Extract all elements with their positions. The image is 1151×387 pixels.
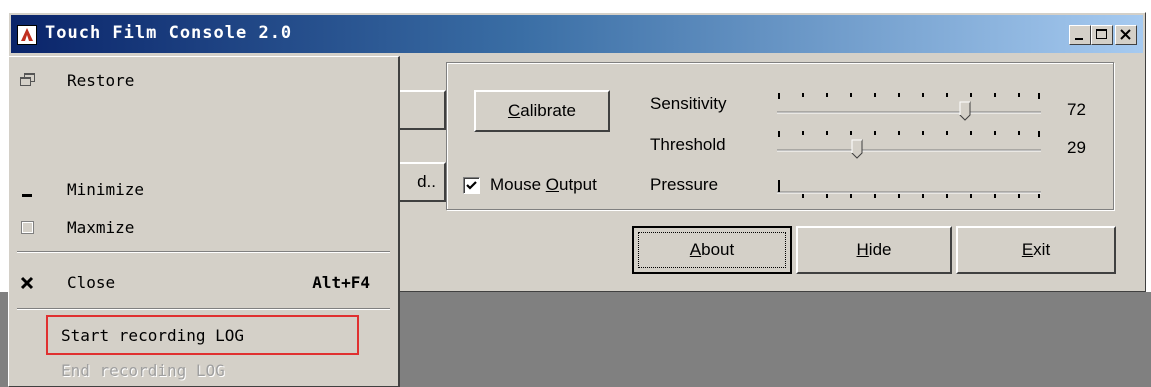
close-icon [1120,29,1131,40]
menu-item-label: Close [67,273,116,292]
menu-separator [17,308,390,310]
threshold-label: Threshold [650,135,726,154]
hide-label: Hide [856,240,892,259]
menu-separator [17,251,390,253]
minimize-button[interactable] [1069,25,1091,45]
calibrate-label: Calibrate [507,101,577,120]
title-bar[interactable]: Touch Film Console 2.0 [11,15,1143,53]
app-icon[interactable] [17,25,37,45]
maximize-button[interactable] [1091,25,1113,45]
restore-icon [17,71,39,91]
minimize-icon [17,180,39,200]
exit-label: Exit [1021,240,1051,259]
menu-item-close[interactable]: Close Alt+F4 [9,267,398,297]
menu-item-restore[interactable]: Restore [9,65,398,95]
menu-item-minimize[interactable]: Minimize [9,174,398,204]
exit-button[interactable]: Exit [956,226,1116,274]
about-label: About [689,240,735,259]
pressure-slider[interactable] [775,172,1043,208]
menu-item-shortcut: Alt+F4 [312,273,370,292]
sensitivity-value: 72 [1067,100,1086,119]
menu-item-end-recording-log: End recording LOG [9,357,398,387]
hide-button[interactable]: Hide [796,226,952,274]
calibrate-button[interactable]: Calibrate [474,90,610,132]
menu-item-label: Maxmize [67,218,135,237]
menu-item-label: Restore [67,71,135,90]
mouse-output-checkbox[interactable] [463,177,480,194]
minimize-icon [1075,38,1083,40]
annotation-highlight-box [46,315,359,355]
menu-item-label: End recording LOG [61,361,225,380]
menu-item-label: Minimize [67,180,145,199]
threshold-value: 29 [1067,138,1086,157]
mouse-output-label[interactable]: Mouse Output [490,175,597,195]
maximize-icon [1096,29,1107,39]
threshold-slider[interactable] [775,126,1043,162]
sensitivity-slider[interactable] [775,88,1043,124]
menu-item-maximize[interactable]: Maxmize [9,212,398,242]
window-title: Touch Film Console 2.0 [45,23,293,43]
sensitivity-label: Sensitivity [650,94,727,113]
about-button[interactable]: About [632,226,792,274]
close-icon [17,273,39,293]
pressure-label: Pressure [650,175,719,194]
maximize-icon [17,218,39,238]
close-button[interactable] [1115,25,1137,45]
checkmark-icon [466,181,477,190]
